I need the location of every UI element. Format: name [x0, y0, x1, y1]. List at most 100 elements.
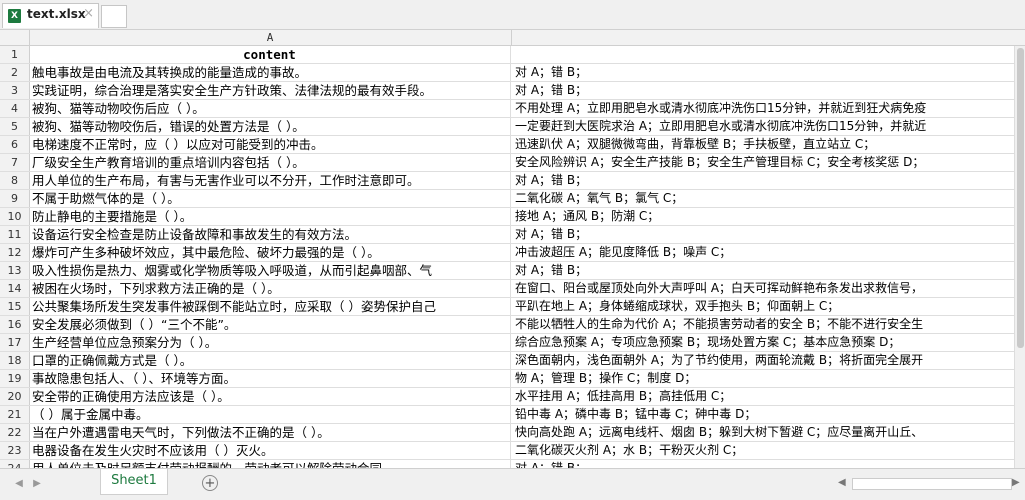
table-row: 19 事故隐患包括人、（ ）、环境等方面。物 A；管理 B；操作 C；制度 D； [0, 370, 1025, 388]
row-header[interactable]: 20 [0, 388, 30, 405]
row-header[interactable]: 22 [0, 424, 30, 441]
cell-b[interactable]: 迅速趴伏 A；双腿微微弯曲，背靠板壁 B；手扶板壁，直立站立 C； [512, 136, 1025, 153]
cell-a[interactable]: 被狗、猫等动物咬伤后应（ ）。 [29, 100, 511, 117]
cell-a[interactable]: 触电事故是由电流及其转换成的能量造成的事故。 [29, 64, 511, 81]
cell-b[interactable]: 对 A；错 B； [512, 460, 1025, 468]
column-header-b[interactable] [512, 30, 1025, 45]
cell-b[interactable]: 对 A；错 B； [512, 262, 1025, 279]
table-row: 20 安全带的正确使用方法应该是（ ）。 水平挂用 A；低挂高用 B；高挂低用 C； [0, 388, 1025, 406]
cell-b[interactable]: 二氧化碳 A；氧气 B；氯气 C； [512, 190, 1025, 207]
cell-b[interactable]: 快向高处跑 A；远离电线杆、烟囱 B；躲到大树下暂避 C；应尽量离开山丘、 [512, 424, 1025, 441]
row-header[interactable]: 6 [0, 136, 30, 153]
row-header[interactable]: 5 [0, 118, 30, 135]
row-header[interactable]: 3 [0, 82, 30, 99]
row-header[interactable]: 24 [0, 460, 30, 468]
vertical-scrollbar-thumb[interactable] [1017, 48, 1024, 348]
cell-b[interactable]: 冲击波超压 A；能见度降低 B；噪声 C； [512, 244, 1025, 261]
vertical-scrollbar[interactable] [1014, 46, 1025, 468]
cell-a[interactable]: 事故隐患包括人、（ ）、环境等方面。 [29, 370, 511, 387]
cell-b[interactable]: 安全风险辨识 A；安全生产技能 B；安全生产管理目标 C；安全考核奖惩 D； [512, 154, 1025, 171]
cell-a[interactable]: 当在户外遭遇雷电天气时，下列做法不正确的是（ ）。 [29, 424, 511, 441]
table-row: 17 生产经营单位应急预案分为（ ）。 综合应急预案 A；专项应急预案 B；现场处置… [0, 334, 1025, 352]
cell-a[interactable]: 用人单位未及时足额支付劳动报酬的，劳动者可以解除劳动合同 [29, 460, 511, 468]
row-header[interactable]: 4 [0, 100, 30, 117]
scroll-left-icon[interactable]: ◀ [838, 477, 846, 488]
row-header[interactable]: 18 [0, 352, 30, 369]
new-tab-button[interactable] [101, 5, 127, 28]
row-header[interactable]: 14 [0, 280, 30, 297]
row-header[interactable]: 7 [0, 154, 30, 171]
cell-a[interactable]: 不属于助燃气体的是（ ）。 [29, 190, 511, 207]
cell-a[interactable]: 电器设备在发生火灾时不应该用（ ）灭火。 [29, 442, 511, 459]
cell-a[interactable]: 防止静电的主要措施是（ ）。 [29, 208, 511, 225]
spreadsheet-grid: 1 content 2 触电事故是由电流及其转换成的能量造成的事故。对 A；错 B； 3… [0, 46, 1025, 468]
cell-a[interactable]: （ ）属于金属中毒。 [29, 406, 511, 423]
cell-a[interactable]: 口罩的正确佩戴方式是（ ）。 [29, 352, 511, 369]
sheet-prev-icon[interactable]: ◀ [12, 477, 26, 491]
column-header-a[interactable]: A [29, 30, 512, 45]
table-row: 24用人单位未及时足额支付劳动报酬的，劳动者可以解除劳动合同对 A；错 B； [0, 460, 1025, 468]
cell-b[interactable]: 综合应急预案 A；专项应急预案 B；现场处置方案 C；基本应急预案 D； [512, 334, 1025, 351]
cell-a[interactable]: 被困在火场时，下列求救方法正确的是（ ）。 [29, 280, 511, 297]
table-row: 15 公共聚集场所发生突发事件被踩倒不能站立时，应采取（ ）姿势保护自己 平趴在地上… [0, 298, 1025, 316]
row-header[interactable]: 8 [0, 172, 30, 189]
sheet-tab-sheet1[interactable]: Sheet1 [100, 469, 168, 495]
cell-b[interactable] [512, 46, 1025, 63]
scroll-right-icon[interactable]: ▶ [1012, 477, 1020, 488]
row-header[interactable]: 15 [0, 298, 30, 315]
cell-a[interactable]: 电梯速度不正常时，应（ ）以应对可能受到的冲击。 [29, 136, 511, 153]
cell-b[interactable]: 铅中毒 A；磷中毒 B；锰中毒 C；砷中毒 D； [512, 406, 1025, 423]
cell-b[interactable]: 不能以牺牲人的生命为代价 A；不能损害劳动者的安全 B；不能不进行安全生 [512, 316, 1025, 333]
cell-a[interactable]: content [29, 46, 511, 63]
cell-a[interactable]: 吸入性损伤是热力、烟雾或化学物质等吸入呼吸道，从而引起鼻咽部、气 [29, 262, 511, 279]
cell-a[interactable]: 安全带的正确使用方法应该是（ ）。 [29, 388, 511, 405]
cell-a[interactable]: 用人单位的生产布局，有害与无害作业可以不分开，工作时注意即可。 [29, 172, 511, 189]
cell-a[interactable]: 设备运行安全检查是防止设备故障和事故发生的有效方法。 [29, 226, 511, 243]
cell-b[interactable]: 在窗口、阳台或屋顶处向外大声呼叫 A；白天可挥动鲜艳布条发出求救信号， [512, 280, 1025, 297]
row-header[interactable]: 9 [0, 190, 30, 207]
table-row: 9 不属于助燃气体的是（ ）。 二氧化碳 A；氧气 B；氯气 C； [0, 190, 1025, 208]
horizontal-scrollbar[interactable] [852, 478, 1012, 490]
row-header[interactable]: 1 [0, 46, 30, 63]
row-header[interactable]: 10 [0, 208, 30, 225]
cell-a[interactable]: 被狗、猫等动物咬伤后，错误的处置方法是（ ）。 [29, 118, 511, 135]
select-all-corner[interactable] [0, 30, 30, 45]
table-row: 10 防止静电的主要措施是（ ）。 接地 A；通风 B；防潮 C； [0, 208, 1025, 226]
row-header[interactable]: 11 [0, 226, 30, 243]
row-header[interactable]: 12 [0, 244, 30, 261]
table-row: 6 电梯速度不正常时，应（ ）以应对可能受到的冲击。 迅速趴伏 A；双腿微微弯曲，背… [0, 136, 1025, 154]
row-header[interactable]: 13 [0, 262, 30, 279]
row-header[interactable]: 2 [0, 64, 30, 81]
cell-a[interactable]: 爆炸可产生多种破坏效应，其中最危险、破坏力最强的是（ ）。 [29, 244, 511, 261]
close-icon[interactable]: × [83, 6, 94, 21]
cell-a[interactable]: 生产经营单位应急预案分为（ ）。 [29, 334, 511, 351]
table-row: 2 触电事故是由电流及其转换成的能量造成的事故。对 A；错 B； [0, 64, 1025, 82]
cell-b[interactable]: 平趴在地上 A；身体蜷缩成球状，双手抱头 B；仰面朝上 C； [512, 298, 1025, 315]
cell-b[interactable]: 水平挂用 A；低挂高用 B；高挂低用 C； [512, 388, 1025, 405]
cell-b[interactable]: 物 A；管理 B；操作 C；制度 D； [512, 370, 1025, 387]
table-row: 1 content [0, 46, 1025, 64]
cell-b[interactable]: 一定要赶到大医院求治 A；立即用肥皂水或清水彻底冲洗伤口15分钟，并就近 [512, 118, 1025, 135]
cell-b[interactable]: 二氧化碳灭火剂 A；水 B；干粉灭火剂 C； [512, 442, 1025, 459]
row-header[interactable]: 21 [0, 406, 30, 423]
cell-a[interactable]: 实践证明，综合治理是落实安全生产方针政策、法律法规的最有效手段。 [29, 82, 511, 99]
sheet-next-icon[interactable]: ▶ [30, 477, 44, 491]
cell-b[interactable]: 接地 A；通风 B；防潮 C； [512, 208, 1025, 225]
row-header[interactable]: 19 [0, 370, 30, 387]
cell-b[interactable]: 不用处理 A；立即用肥皂水或清水彻底冲洗伤口15分钟，并就近到狂犬病免疫 [512, 100, 1025, 117]
row-header[interactable]: 17 [0, 334, 30, 351]
cell-a[interactable]: 公共聚集场所发生突发事件被踩倒不能站立时，应采取（ ）姿势保护自己 [29, 298, 511, 315]
add-sheet-icon[interactable]: + [202, 475, 218, 491]
table-row: 14 被困在火场时，下列求救方法正确的是（ ）。 在窗口、阳台或屋顶处向外大声呼叫 … [0, 280, 1025, 298]
row-header[interactable]: 23 [0, 442, 30, 459]
cell-b[interactable]: 深色面朝内，浅色面朝外 A；为了节约使用，两面轮流戴 B；将折面完全展开 [512, 352, 1025, 369]
row-header[interactable]: 16 [0, 316, 30, 333]
cell-a[interactable]: 安全发展必须做到（ ）“三个不能”。 [29, 316, 511, 333]
cell-b[interactable]: 对 A；错 B； [512, 82, 1025, 99]
cell-b[interactable]: 对 A；错 B； [512, 64, 1025, 81]
table-row: 21 （ ）属于金属中毒。 铅中毒 A；磷中毒 B；锰中毒 C；砷中毒 D； [0, 406, 1025, 424]
cell-b[interactable]: 对 A；错 B； [512, 226, 1025, 243]
cell-a[interactable]: 厂级安全生产教育培训的重点培训内容包括（ ）。 [29, 154, 511, 171]
cell-b[interactable]: 对 A；错 B； [512, 172, 1025, 189]
document-tab[interactable]: X text.xlsx × [2, 3, 99, 28]
